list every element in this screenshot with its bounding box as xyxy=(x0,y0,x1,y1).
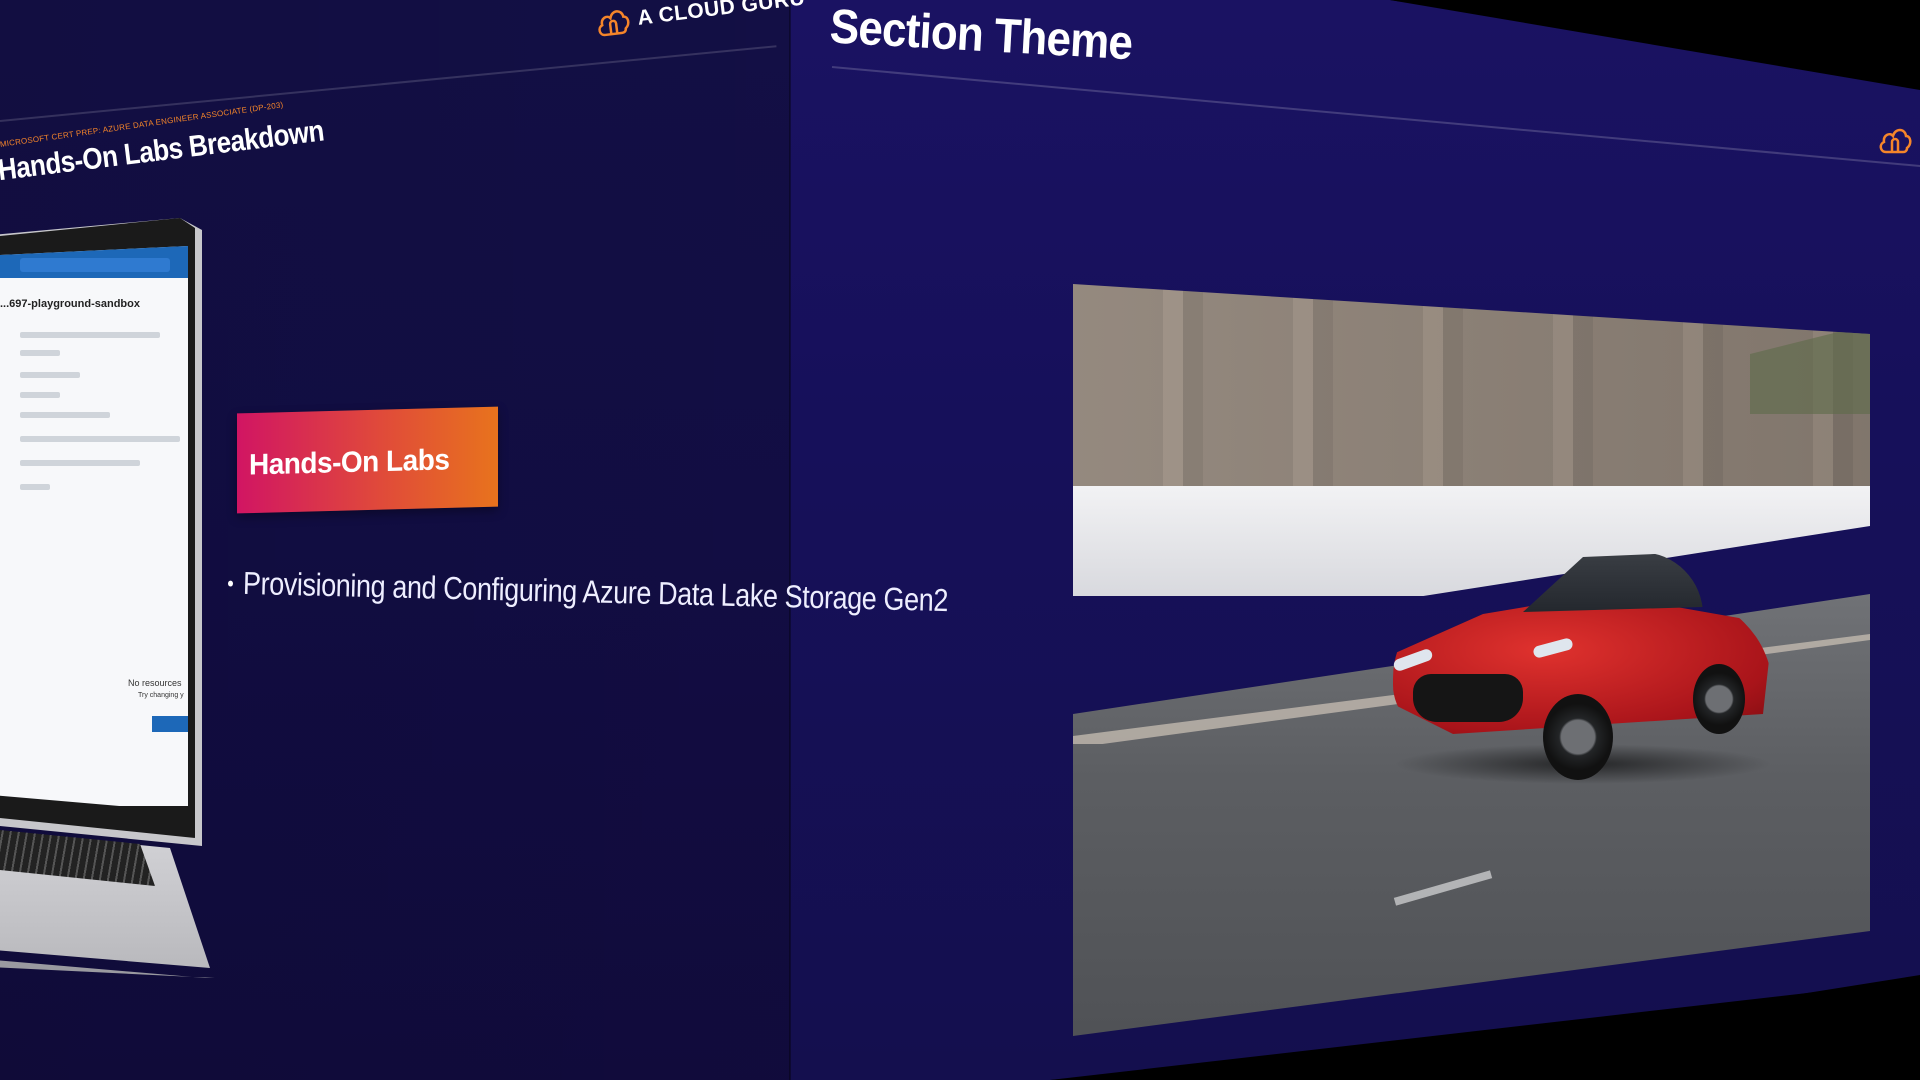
hands-on-labs-badge: Hands-On Labs xyxy=(237,406,498,514)
cloud-logo-icon xyxy=(598,10,630,37)
slide-seam xyxy=(789,0,791,1080)
red-sports-car-photo xyxy=(1073,284,1870,1036)
laptop-image: ...697-playground-sandbox No resources T… xyxy=(0,218,220,978)
empty-state-text: No resources xyxy=(128,678,182,688)
resource-group-title: ...697-playground-sandbox xyxy=(0,298,140,310)
cloud-logo-icon xyxy=(1879,128,1912,154)
car xyxy=(1373,524,1793,784)
empty-state-subtext: Try changing y xyxy=(138,692,184,699)
right-logo: A xyxy=(1878,122,1920,158)
badge-label: Hands-On Labs xyxy=(249,443,450,481)
create-resources-button xyxy=(152,716,188,732)
laptop-screen: ...697-playground-sandbox No resources T… xyxy=(0,246,188,806)
bullet-dot xyxy=(227,580,234,587)
presentation-stage: A CLOUD GURU MICROSOFT CERT PREP: AZURE … xyxy=(0,0,1920,1080)
